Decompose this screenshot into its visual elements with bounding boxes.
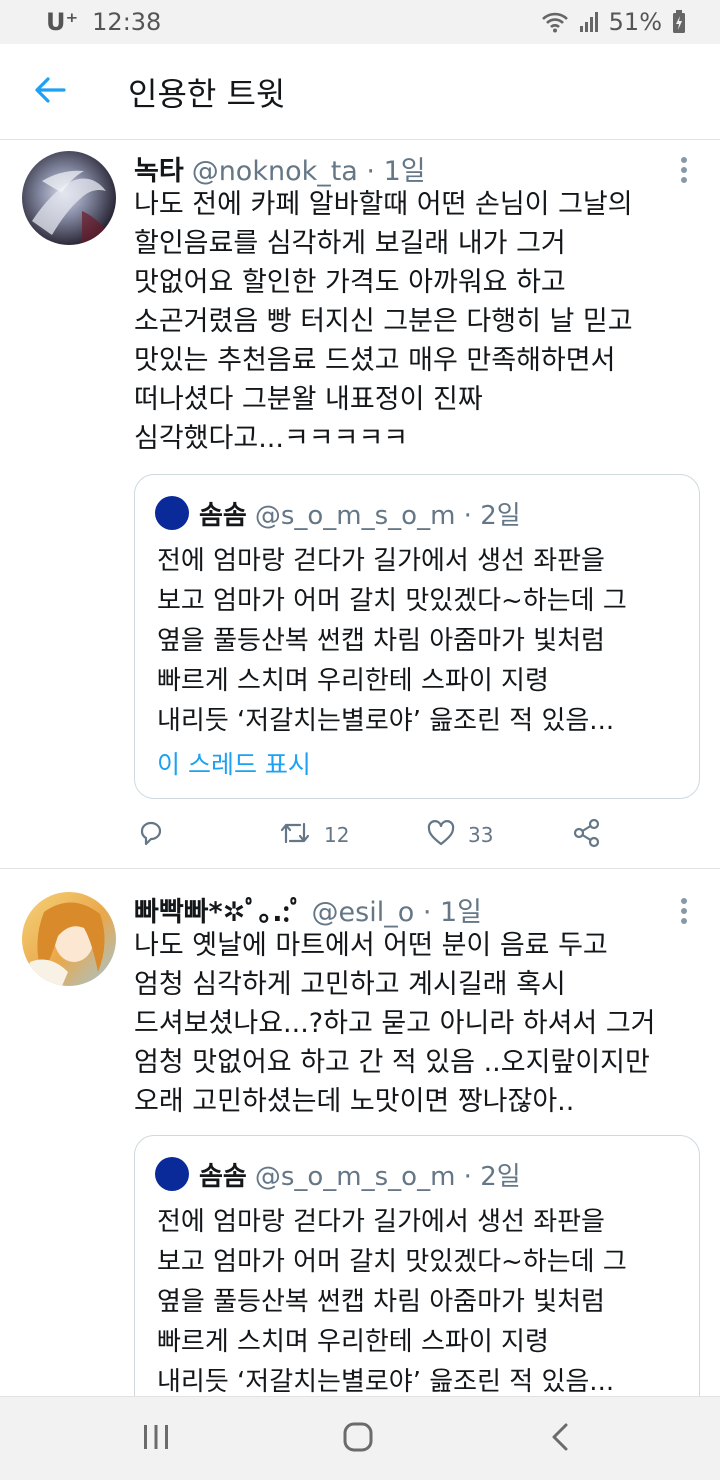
quoted-tweet[interactable]: 솜솜 @s_o_m_s_o_m · 2일 전에 엄마랑 걷다가 길가에서 생선 … bbox=[134, 474, 700, 799]
status-icons: 51% bbox=[541, 8, 686, 36]
app-bar: 인용한 트윗 bbox=[0, 44, 720, 140]
status-time: 12:38 bbox=[92, 8, 162, 36]
signal-icon bbox=[579, 11, 599, 33]
home-button[interactable] bbox=[308, 1397, 408, 1480]
more-options-icon[interactable] bbox=[672, 153, 696, 187]
back-nav-button[interactable] bbox=[510, 1397, 610, 1480]
status-bar: U⁺ 12:38 51% bbox=[0, 0, 720, 44]
reply-icon bbox=[136, 818, 166, 853]
back-chevron-icon bbox=[550, 1422, 570, 1456]
recent-apps-button[interactable] bbox=[106, 1397, 206, 1480]
retweet-count: 12 bbox=[324, 823, 350, 847]
share-button[interactable] bbox=[572, 815, 602, 855]
battery-charging-icon bbox=[672, 10, 686, 34]
more-options-icon[interactable] bbox=[672, 894, 696, 928]
battery-percentage: 51% bbox=[608, 8, 662, 36]
share-icon bbox=[572, 818, 602, 853]
avatar bbox=[155, 496, 189, 530]
quoted-tweet[interactable]: 솜솜 @s_o_m_s_o_m · 2일 전에 엄마랑 걷다가 길가에서 생선 … bbox=[134, 1135, 700, 1435]
like-count: 33 bbox=[468, 823, 494, 847]
quoted-tweet-header: 솜솜 @s_o_m_s_o_m · 2일 bbox=[155, 495, 679, 531]
quoted-tweet-text: 전에 엄마랑 걷다가 길가에서 생선 좌판을 보고 엄마가 어머 갈치 맛있겠다… bbox=[157, 1207, 627, 1397]
tweet-text: 나도 옛날에 마트에서 어떤 분이 음료 두고 엄청 심각하게 고민하고 계시길… bbox=[134, 930, 656, 1117]
tweet-text: 나도 전에 카페 알바할때 어떤 손님이 그날의 할인음료를 심각하게 보길래 … bbox=[134, 189, 633, 454]
quoted-author-handle: @s_o_m_s_o_m · 2일 bbox=[254, 1161, 521, 1192]
wifi-icon bbox=[541, 11, 569, 33]
reply-button[interactable] bbox=[136, 815, 178, 855]
heart-icon bbox=[426, 819, 456, 852]
tweet-actions: 12 33 bbox=[134, 815, 614, 855]
back-button[interactable] bbox=[0, 44, 100, 140]
retweet-icon bbox=[278, 818, 312, 853]
avatar[interactable] bbox=[22, 892, 116, 986]
home-icon bbox=[342, 1421, 374, 1457]
author-handle: @noknok_ta · 1일 bbox=[191, 156, 426, 187]
page-title: 인용한 트윗 bbox=[128, 74, 286, 113]
quoted-author-name: 솜솜 bbox=[199, 1161, 247, 1192]
author-handle: @esil_o · 1일 bbox=[311, 897, 482, 928]
system-nav-bar bbox=[0, 1396, 720, 1480]
carrier-label: U⁺ bbox=[46, 8, 79, 36]
recent-apps-icon bbox=[141, 1423, 171, 1455]
author-name[interactable]: 빠빡빠*✲ﾟ｡.:ﾟ bbox=[134, 897, 304, 928]
tweet-item[interactable]: 빠빡빠*✲ﾟ｡.:ﾟ @esil_o · 1일 나도 옛날에 마트에서 어떤 분이… bbox=[0, 870, 720, 1435]
like-button[interactable]: 33 bbox=[426, 815, 493, 855]
quoted-author-name: 솜솜 bbox=[199, 500, 247, 531]
tweet-header: 녹타 @noknok_ta · 1일 bbox=[134, 149, 660, 188]
quoted-tweet-header: 솜솜 @s_o_m_s_o_m · 2일 bbox=[155, 1156, 679, 1192]
author-name[interactable]: 녹타 bbox=[134, 156, 184, 187]
avatar[interactable] bbox=[22, 151, 116, 245]
quoted-author-handle: @s_o_m_s_o_m · 2일 bbox=[254, 500, 521, 531]
show-thread-link[interactable]: 이 스레드 표시 bbox=[157, 745, 311, 781]
quoted-tweet-text: 전에 엄마랑 걷다가 길가에서 생선 좌판을 보고 엄마가 어머 갈치 맛있겠다… bbox=[157, 546, 627, 736]
retweet-button[interactable]: 12 bbox=[278, 815, 349, 855]
avatar bbox=[155, 1157, 189, 1191]
tweet-item[interactable]: 녹타 @noknok_ta · 1일 나도 전에 카페 알바할때 어떤 손님이 그… bbox=[0, 141, 720, 869]
tweet-header: 빠빡빠*✲ﾟ｡.:ﾟ @esil_o · 1일 bbox=[134, 890, 660, 929]
arrow-left-icon bbox=[34, 76, 66, 108]
